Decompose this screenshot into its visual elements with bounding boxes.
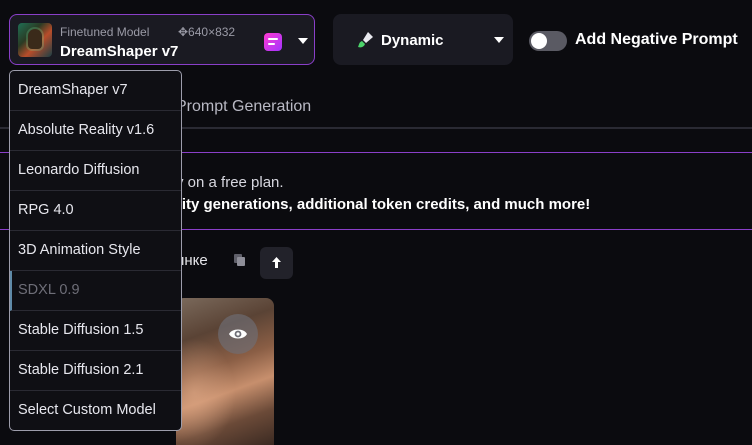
model-dimensions: ✥640×832 (178, 25, 236, 39)
model-option[interactable]: 3D Animation Style (10, 231, 181, 271)
notes-icon[interactable] (264, 33, 282, 51)
preset-style-select[interactable]: Dynamic (333, 14, 513, 65)
model-thumbnail (18, 23, 52, 57)
brush-icon (358, 32, 373, 48)
arrow-up-icon (272, 257, 281, 268)
model-select-button[interactable]: Finetuned Model ✥640×832 DreamShaper v7 (9, 14, 315, 65)
model-option[interactable]: DreamShaper v7 (10, 71, 181, 111)
upload-button[interactable] (260, 247, 293, 279)
model-option[interactable]: Leonardo Diffusion (10, 151, 181, 191)
copy-icon[interactable] (234, 254, 246, 266)
model-name: DreamShaper v7 (60, 43, 179, 60)
preset-style-label: Dynamic (381, 32, 444, 49)
model-option[interactable]: Absolute Reality v1.6 (10, 111, 181, 151)
model-option[interactable]: Stable Diffusion 2.1 (10, 351, 181, 391)
model-caption: Finetuned Model (60, 25, 150, 39)
model-option-disabled: SDXL 0.9 (10, 271, 181, 311)
chevron-down-icon (298, 38, 308, 44)
eye-icon (229, 329, 247, 339)
upgrade-banner-line1: y on a free plan. (176, 174, 284, 191)
upgrade-banner-line2: rity generations, additional token credi… (176, 196, 591, 213)
view-image-button[interactable] (218, 314, 258, 354)
model-option[interactable]: RPG 4.0 (10, 191, 181, 231)
toggle-knob (531, 33, 547, 49)
negative-prompt-label[interactable]: Add Negative Prompt (575, 31, 738, 49)
chevron-down-icon (494, 37, 504, 43)
model-option[interactable]: Stable Diffusion 1.5 (10, 311, 181, 351)
tab-prompt-generation[interactable]: Prompt Generation (176, 98, 311, 116)
negative-prompt-toggle[interactable] (529, 31, 567, 51)
select-custom-model-option[interactable]: Select Custom Model (10, 391, 181, 430)
model-dropdown-menu: DreamShaper v7 Absolute Reality v1.6 Leo… (9, 70, 182, 431)
